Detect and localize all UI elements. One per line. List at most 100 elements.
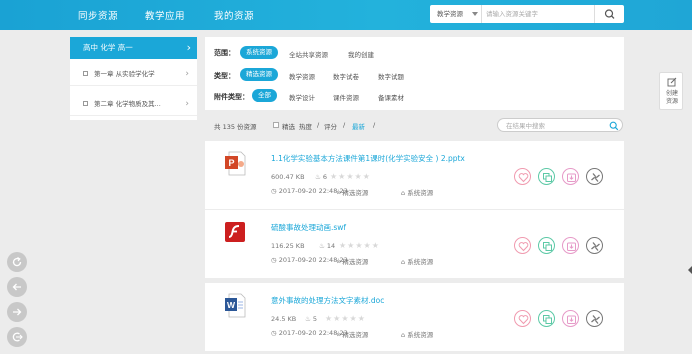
download-button[interactable] [562, 237, 579, 254]
sort-rating[interactable]: 评分 [324, 121, 337, 131]
download-button[interactable] [562, 310, 579, 327]
chevron-right-icon: › [185, 99, 189, 109]
resource-card: 硫酸事故处理动画.swf 116.25 KB ♨ 14 ★★★★★ ◷ 2017… [205, 210, 624, 278]
copy-button[interactable] [538, 237, 555, 254]
sidebar-current-course[interactable]: 高中 化学 高一 › [70, 37, 197, 59]
sidebar-course-label: 高中 化学 高一 [83, 43, 133, 52]
favorite-button[interactable] [514, 237, 531, 254]
side-collapse-arrow-icon[interactable] [688, 266, 692, 274]
download-icon [567, 315, 576, 324]
filter-scope-selected[interactable]: 系统资源 [240, 46, 278, 59]
filter-attachment-selected[interactable]: 全部 [252, 89, 277, 102]
resource-source: ⌂ 系统资源 [401, 329, 433, 339]
fan-icon [591, 315, 600, 324]
caret-down-icon [472, 12, 478, 16]
back-button[interactable] [7, 277, 27, 297]
sidebar-item-label: 第二章 化学物质及其... [94, 100, 161, 108]
rating-stars[interactable]: ★★★★★ [339, 241, 380, 250]
copy-button[interactable] [538, 310, 555, 327]
sort-hot[interactable]: 热度 [299, 121, 312, 131]
resource-title-link[interactable]: 1.1化学实验基本方法课件第1课时(化学实验安全 ) 2.pptx [271, 153, 465, 164]
filter-attachment-option[interactable]: 课件资源 [333, 92, 359, 102]
copy-button[interactable] [538, 168, 555, 185]
flame-icon: ♨ [315, 173, 321, 181]
file-size: 600.47 KB [271, 173, 305, 181]
global-search: 教学资源 [430, 5, 624, 23]
create-resource-label: 创建 资源 [661, 90, 683, 106]
more-button[interactable] [586, 310, 603, 327]
search-icon[interactable] [609, 121, 619, 131]
more-button[interactable] [586, 237, 603, 254]
filter-attachment-option[interactable]: 备课素材 [378, 92, 404, 102]
view-count: ♨ 5 [305, 315, 317, 323]
nav-my-resources[interactable]: 我的资源 [214, 8, 254, 22]
resource-category: ⌑ 精选资源 [337, 256, 368, 266]
resource-title-link[interactable]: 意外事故的处理方法文字素材.doc [271, 295, 384, 306]
tag-icon: ⌑ [337, 258, 341, 266]
word-icon: W [225, 293, 246, 318]
filter-type-option[interactable]: 数字试卷 [333, 71, 359, 81]
search-scope-select[interactable]: 教学资源 [430, 5, 482, 23]
search-scope-label: 教学资源 [437, 10, 463, 18]
arrow-right-icon [13, 308, 22, 316]
favorite-button[interactable] [514, 310, 531, 327]
sort-separator: / [343, 121, 346, 129]
view-count: ♨ 14 [319, 242, 335, 250]
sidebar-item-chapter-1[interactable]: 第一章 从实验学化学 › [70, 63, 197, 86]
search-input[interactable] [486, 7, 590, 21]
refresh-button[interactable] [7, 252, 27, 272]
nav-teaching-apps[interactable]: 教学应用 [145, 8, 185, 22]
filter-type-option[interactable]: 教学资源 [289, 71, 315, 81]
top-header: 同步资源 教学应用 我的资源 教学资源 [0, 0, 692, 30]
home-icon: ⌂ [401, 258, 406, 266]
home-icon: ⌂ [401, 189, 406, 197]
forward-button[interactable] [7, 302, 27, 322]
svg-text:P: P [228, 158, 234, 168]
nav-sync-resources[interactable]: 同步资源 [78, 8, 118, 22]
copy-icon [543, 173, 552, 182]
featured-label: 精选 [282, 123, 295, 131]
chevron-right-icon: › [186, 41, 191, 54]
resource-source: ⌂ 系统资源 [401, 187, 433, 197]
category-value: 精选资源 [342, 258, 369, 266]
more-button[interactable] [586, 168, 603, 185]
search-icon [604, 9, 615, 19]
copy-icon [543, 315, 552, 324]
flame-icon: ♨ [319, 242, 325, 250]
filter-attachment-option[interactable]: 教学设计 [289, 92, 315, 102]
sort-newest[interactable]: 最新 [352, 121, 365, 131]
filter-attachment-label: 附件类型： [214, 93, 249, 101]
create-label-line2: 资源 [665, 98, 678, 105]
resource-category: ⌑ 精选资源 [337, 187, 368, 197]
source-value: 系统资源 [407, 189, 434, 197]
create-resource-button[interactable]: 创建 资源 [659, 72, 683, 110]
filter-type-option[interactable]: 数字试题 [378, 71, 404, 81]
view-count-value: 5 [312, 315, 318, 323]
filter-scope-option[interactable]: 我的创建 [348, 49, 374, 59]
refresh-icon [12, 256, 22, 267]
sort-separator: / [373, 121, 376, 129]
featured-checkbox[interactable] [273, 122, 279, 128]
arrow-left-icon [12, 283, 21, 291]
fan-icon [591, 242, 600, 251]
filter-scope-label: 范围： [214, 49, 235, 57]
rating-stars[interactable]: ★★★★★ [330, 172, 371, 181]
favorite-button[interactable] [514, 168, 531, 185]
checkbox-icon [83, 71, 88, 76]
clock-icon: ◷ [271, 329, 277, 337]
checkbox-icon [83, 101, 88, 106]
download-icon [567, 173, 576, 182]
source-value: 系统资源 [407, 331, 434, 339]
exit-button[interactable] [7, 327, 27, 347]
resource-card: W 意外事故的处理方法文字素材.doc 24.5 KB ♨ 5 ★★★★★ ◷ … [205, 283, 624, 351]
sidebar-item-chapter-2[interactable]: 第二章 化学物质及其... › [70, 93, 197, 116]
filter-type-selected[interactable]: 精选资源 [240, 68, 278, 81]
resource-title-link[interactable]: 硫酸事故处理动画.swf [271, 222, 346, 233]
result-search-input[interactable] [506, 120, 604, 131]
rating-stars[interactable]: ★★★★★ [325, 314, 366, 323]
clock-icon: ◷ [271, 256, 277, 264]
filter-scope-option[interactable]: 全站共享资源 [289, 49, 328, 59]
search-button[interactable] [594, 5, 624, 23]
download-button[interactable] [562, 168, 579, 185]
view-count: ♨ 6 [315, 173, 327, 181]
